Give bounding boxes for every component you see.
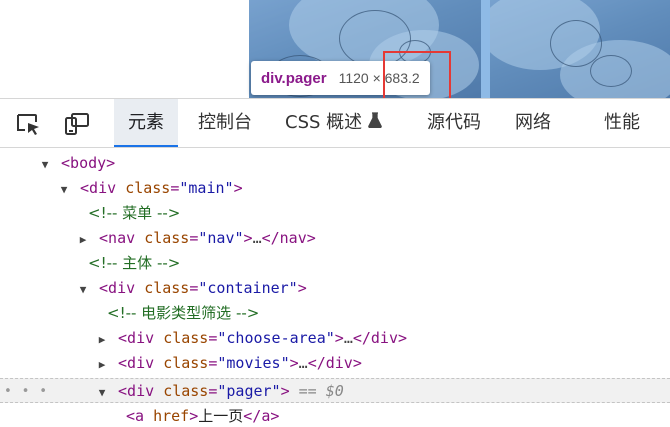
collapsed-ellipsis[interactable]: …: [299, 354, 308, 372]
collapsed-ellipsis[interactable]: …: [253, 229, 262, 247]
attr-value: "movies": [217, 354, 290, 372]
attr-value: "main": [179, 179, 234, 197]
selected-node-marker: == $0: [298, 382, 344, 400]
devtools-window: div.pager 1120 × 683.2 元素 控制台 CSS 概述 源代码…: [0, 0, 670, 427]
tree-row-comment-menu[interactable]: <!-- 菜单 -->: [0, 201, 670, 226]
tree-row-comment-filter[interactable]: <!-- 电影类型筛选 -->: [0, 301, 670, 326]
tag-close: </a>: [243, 407, 280, 425]
collapsed-triangle-icon[interactable]: ▶: [95, 352, 109, 377]
tag-end: >: [243, 229, 253, 247]
expanded-triangle-icon[interactable]: ▼: [57, 177, 71, 202]
attr-name: href: [153, 407, 190, 425]
tree-row-div-movies[interactable]: ▶ <div class="movies">…</div>: [0, 351, 670, 376]
attr-value: "pager": [217, 382, 281, 400]
tag-open: <div: [118, 382, 155, 400]
tab-css-overview-label: CSS 概述: [285, 112, 363, 133]
body-tag: <body>: [61, 154, 116, 172]
tree-row-comment-main[interactable]: <!-- 主体 -->: [0, 251, 670, 276]
collapsed-triangle-icon[interactable]: ▶: [76, 227, 90, 252]
page-preview: div.pager 1120 × 683.2: [0, 0, 670, 101]
tree-row-div-choose-area[interactable]: ▶ <div class="choose-area">…</div>: [0, 326, 670, 351]
dimensions-highlight-box: [383, 51, 451, 101]
tree-row-nav[interactable]: ▶ <nav class="nav">…</nav>: [0, 226, 670, 251]
attr-name: class: [163, 329, 209, 347]
inspect-element-icon[interactable]: [15, 111, 41, 137]
expanded-triangle-icon[interactable]: ▼: [95, 380, 109, 405]
devtools-toolbar: 元素 控制台 CSS 概述 源代码 网络 性能: [0, 98, 670, 148]
attr-value: "container": [198, 279, 298, 297]
tag-close: </nav>: [261, 229, 316, 247]
tree-row-div-main[interactable]: ▼ <div class="main">: [0, 176, 670, 201]
expanded-triangle-icon[interactable]: ▼: [38, 152, 52, 177]
tag-open: <div: [99, 279, 136, 297]
collapsed-ellipsis[interactable]: …: [344, 329, 353, 347]
comment: <!-- 菜单 -->: [88, 204, 181, 222]
tag-close: </div>: [352, 329, 408, 347]
tab-elements[interactable]: 元素: [114, 99, 178, 147]
tag-open: <div: [118, 329, 155, 347]
tag-end: >: [334, 329, 344, 347]
attr-value: "choose-area": [217, 329, 335, 347]
attr-name: class: [144, 229, 190, 247]
attr-value: "nav": [198, 229, 244, 247]
tooltip-tag: div.pager: [261, 69, 327, 87]
attr-name: class: [163, 382, 209, 400]
tag-close: </div>: [307, 354, 362, 372]
attr-name: class: [163, 354, 209, 372]
tag-end: >: [289, 354, 299, 372]
dom-tree[interactable]: ▼ <body> ▼ <div class="main"> <!-- 菜单 --…: [0, 148, 670, 427]
tag-end: >: [189, 407, 199, 425]
tree-row-div-pager-selected[interactable]: • • • ▼ <div class="pager"> == $0: [0, 378, 670, 403]
expanded-triangle-icon[interactable]: ▼: [76, 277, 90, 302]
device-toolbar-icon[interactable]: [64, 111, 90, 137]
tag-end: >: [233, 179, 243, 197]
tag-open: <a: [126, 407, 145, 425]
tree-row-div-container[interactable]: ▼ <div class="container">: [0, 276, 670, 301]
tag-open: <nav: [99, 229, 136, 247]
comment: <!-- 电影类型筛选 -->: [107, 304, 260, 322]
flask-icon: [368, 99, 382, 147]
tab-performance[interactable]: 性能: [604, 99, 640, 147]
tag-open: <div: [118, 354, 155, 372]
attr-name: class: [125, 179, 171, 197]
tree-row-body[interactable]: ▼ <body>: [0, 151, 670, 176]
tab-css-overview[interactable]: CSS 概述: [285, 99, 382, 147]
tab-sources[interactable]: 源代码: [427, 99, 481, 147]
comment: <!-- 主体 -->: [88, 254, 181, 272]
tab-console[interactable]: 控制台: [198, 99, 252, 147]
collapsed-triangle-icon[interactable]: ▶: [95, 327, 109, 352]
attr-name: class: [144, 279, 190, 297]
tag-end: >: [280, 382, 290, 400]
link-text: 上一页: [198, 407, 244, 425]
tree-row-a-link[interactable]: <a href>上一页</a>: [0, 404, 670, 427]
tag-end: >: [297, 279, 307, 297]
tab-network[interactable]: 网络: [515, 99, 551, 147]
row-menu-dots-icon[interactable]: • • •: [4, 379, 48, 404]
tag-open: <div: [80, 179, 117, 197]
